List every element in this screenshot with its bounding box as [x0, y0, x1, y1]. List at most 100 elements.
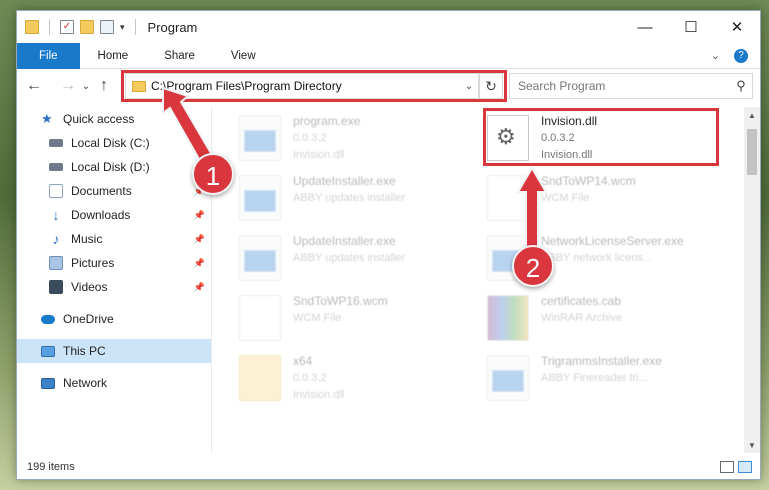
- file-version: 0.0.3.2: [293, 372, 327, 384]
- back-button[interactable]: ←: [23, 77, 45, 95]
- file-tile[interactable]: SndToWP16.wcm WCM File: [239, 293, 479, 345]
- drive-icon: [49, 139, 63, 147]
- sidebar-item-videos[interactable]: Videos 📌: [17, 275, 211, 299]
- recent-locations-icon[interactable]: ⌄: [79, 81, 93, 92]
- scroll-thumb[interactable]: [747, 129, 757, 175]
- archive-icon: [487, 295, 529, 341]
- window-controls: — ☐ ✕: [622, 11, 760, 43]
- sidebar-item-local-disk-d[interactable]: Local Disk (D:): [17, 155, 211, 179]
- properties-check-icon[interactable]: ✓: [60, 20, 74, 34]
- minimize-button[interactable]: —: [622, 11, 668, 43]
- sidebar-item-documents[interactable]: Documents 📌: [17, 179, 211, 203]
- tab-file[interactable]: File: [17, 42, 80, 69]
- pictures-icon: [49, 256, 63, 270]
- file-tile[interactable]: program.exe 0.0.3.2 Invision.dll: [239, 113, 479, 165]
- file-highlight-box: [483, 108, 719, 166]
- sidebar-item-downloads[interactable]: ↓ Downloads 📌: [17, 203, 211, 227]
- videos-icon: [49, 280, 63, 294]
- network-icon: [41, 377, 55, 389]
- status-bar: 199 items: [17, 455, 760, 479]
- large-icons-view-icon[interactable]: [738, 461, 752, 473]
- close-button[interactable]: ✕: [714, 11, 760, 43]
- search-input[interactable]: [518, 79, 730, 93]
- file-tile[interactable]: UpdateInstaller.exe ABBY updates install…: [239, 173, 479, 225]
- sidebar-item-label: Local Disk (C:): [71, 136, 150, 150]
- details-view-icon[interactable]: [720, 461, 734, 473]
- file-name: NetworkLicenseServer.exe: [541, 234, 684, 248]
- tab-share[interactable]: Share: [146, 43, 213, 69]
- file-tile[interactable]: certificates.cab WinRAR Archive: [487, 293, 727, 345]
- view-switcher: [720, 461, 760, 473]
- file-description: ABBY updates installer: [293, 252, 406, 264]
- file-description: ABBY network licens...: [541, 252, 653, 264]
- sidebar-item-music[interactable]: ♪ Music 📌: [17, 227, 211, 251]
- file-description: ABBY Finereader tri...: [541, 372, 648, 384]
- file-description: ABBY updates installer: [293, 192, 406, 204]
- quick-access-dropdown-icon[interactable]: ▾: [120, 22, 125, 33]
- file-description: WCM File: [293, 312, 342, 324]
- file-tile[interactable]: UpdateInstaller.exe ABBY updates install…: [239, 233, 479, 285]
- forward-button[interactable]: →: [57, 77, 79, 95]
- new-folder-icon[interactable]: [80, 20, 94, 34]
- sidebar-item-label: Local Disk (D:): [71, 160, 150, 174]
- sidebar-item-local-disk-c[interactable]: Local Disk (C:): [17, 131, 211, 155]
- sidebar-item-onedrive[interactable]: OneDrive: [17, 307, 211, 331]
- sidebar-item-quick-access[interactable]: ★ Quick access: [17, 107, 211, 131]
- search-icon[interactable]: ⚲: [730, 78, 752, 94]
- file-name: TrigrammsInstaller.exe: [541, 354, 662, 368]
- navigation-pane: ★ Quick access Local Disk (C:) Local Dis…: [17, 107, 212, 453]
- file-name: SndToWP16.wcm: [293, 294, 388, 308]
- file-icon: [487, 175, 529, 221]
- sidebar-item-pictures[interactable]: Pictures 📌: [17, 251, 211, 275]
- file-name: UpdateInstaller.exe: [293, 174, 396, 188]
- computer-icon: [41, 345, 55, 357]
- drive-icon: [49, 163, 63, 171]
- file-version: 0.0.3.2: [293, 132, 327, 144]
- file-name: certificates.cab: [541, 294, 622, 308]
- expand-ribbon-icon[interactable]: ⌄: [711, 49, 720, 63]
- music-icon: ♪: [52, 231, 60, 247]
- exe-icon: [239, 115, 281, 161]
- file-name: UpdateInstaller.exe: [293, 234, 396, 248]
- file-tile[interactable]: TrigrammsInstaller.exe ABBY Finereader t…: [487, 353, 727, 405]
- address-highlight-box: [121, 70, 507, 102]
- maximize-button[interactable]: ☐: [668, 11, 714, 43]
- tab-home[interactable]: Home: [80, 43, 147, 69]
- sidebar-item-label: Documents: [71, 184, 132, 198]
- documents-icon: [49, 184, 63, 198]
- sidebar-item-label: Network: [63, 376, 108, 390]
- window-title: Program: [147, 19, 198, 35]
- scroll-up-icon[interactable]: ▲: [744, 107, 760, 123]
- file-name: x64: [293, 354, 313, 368]
- sidebar-item-label: Pictures: [71, 256, 115, 270]
- pin-icon[interactable]: 📌: [194, 258, 205, 269]
- scroll-down-icon[interactable]: ▼: [744, 437, 760, 453]
- file-description: Invision.dll: [293, 389, 345, 401]
- pin-icon[interactable]: 📌: [194, 210, 205, 221]
- customize-icon[interactable]: [100, 20, 114, 34]
- file-icon: [239, 295, 281, 341]
- tab-view[interactable]: View: [213, 43, 274, 69]
- sidebar-item-label: Downloads: [71, 208, 131, 222]
- file-tile[interactable]: x64 0.0.3.2 Invision.dll: [239, 353, 479, 405]
- step-badge-1: 1: [192, 153, 234, 195]
- file-tile[interactable]: SndToWP14.wcm WCM File: [487, 173, 727, 225]
- help-icon[interactable]: ?: [734, 48, 748, 63]
- vertical-scrollbar[interactable]: ▲ ▼: [744, 107, 760, 453]
- ribbon-right-controls: ⌄ ?: [711, 48, 760, 63]
- file-name: program.exe: [293, 114, 361, 128]
- sidebar-item-network[interactable]: Network: [17, 371, 211, 395]
- folder-icon: [239, 355, 281, 401]
- up-button[interactable]: ↑: [93, 77, 115, 95]
- search-box[interactable]: ⚲: [509, 73, 753, 99]
- sidebar-item-label: OneDrive: [63, 312, 114, 326]
- file-description: WCM File: [541, 192, 590, 204]
- exe-icon: [239, 235, 281, 281]
- folder-icon: [25, 20, 39, 34]
- file-description: WinRAR Archive: [541, 312, 623, 324]
- pin-icon[interactable]: 📌: [194, 234, 205, 245]
- sidebar-item-label: This PC: [63, 344, 106, 358]
- cloud-icon: [41, 314, 55, 324]
- sidebar-item-this-pc[interactable]: This PC: [17, 339, 211, 363]
- pin-icon[interactable]: 📌: [194, 282, 205, 293]
